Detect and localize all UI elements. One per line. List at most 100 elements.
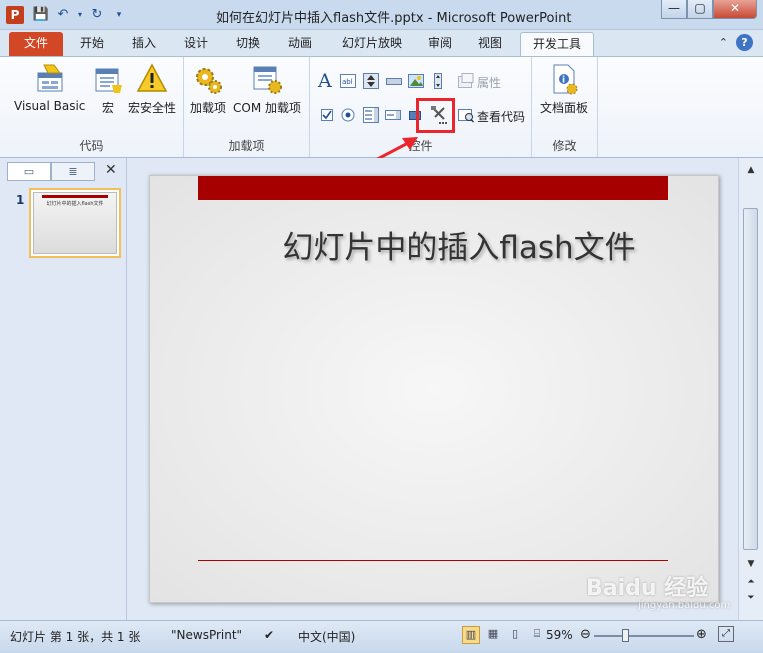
checkbox-control-icon[interactable] <box>319 107 335 123</box>
slide-title[interactable]: 幻灯片中的插入flash文件 <box>150 222 718 267</box>
close-button[interactable]: ✕ <box>713 0 757 19</box>
textbox-control-icon[interactable]: abl <box>340 73 356 89</box>
slide-sorter-view-icon[interactable]: ▦ <box>484 626 502 644</box>
svg-text:i: i <box>562 76 565 86</box>
tab-home[interactable]: 开始 <box>72 32 112 56</box>
document-panel-icon: i <box>548 63 580 95</box>
spell-check-icon[interactable]: ✔ <box>264 628 274 642</box>
group-modify: i 文档面板 修改 <box>532 57 598 157</box>
addins-label: 加载项 <box>190 101 227 115</box>
status-bar: 幻灯片 第 1 张，共 1 张 "NewsPrint" ✔ 中文(中国) ▥ ▦… <box>0 620 763 653</box>
com-addins-button[interactable]: COM 加载项 <box>233 63 301 116</box>
visual-basic-button[interactable]: Visual Basic <box>14 63 85 113</box>
window-controls: — ▢ ✕ <box>661 0 757 19</box>
baidu-watermark: Baidu 经验 jingyan.baidu.com <box>586 570 730 611</box>
view-buttons: ▥ ▦ ▯ ⌸ <box>462 626 546 644</box>
language-status[interactable]: 中文(中国) <box>298 628 355 645</box>
macro-security-button[interactable]: 宏安全性 <box>128 63 176 116</box>
tab-slides[interactable]: ▭ <box>7 162 51 181</box>
slide-editing-area: 幻灯片中的插入flash文件 <box>127 158 738 620</box>
tab-outline[interactable]: ≣ <box>51 162 95 181</box>
slide-canvas[interactable]: 幻灯片中的插入flash文件 <box>149 175 719 603</box>
tab-design[interactable]: 设计 <box>176 32 216 56</box>
tab-developer[interactable]: 开发工具 <box>520 32 594 56</box>
tab-view[interactable]: 视图 <box>470 32 510 56</box>
scroll-spin-icon[interactable] <box>430 73 446 89</box>
tab-review[interactable]: 审阅 <box>420 32 460 56</box>
next-slide-icon[interactable]: ⏷ <box>743 590 759 606</box>
slideshow-view-icon[interactable]: ⌸ <box>528 626 546 644</box>
slide-count-status: 幻灯片 第 1 张，共 1 张 <box>10 630 141 644</box>
scrollbar-control-icon[interactable] <box>386 73 402 89</box>
outline-tab-icon: ≣ <box>68 165 78 178</box>
tab-file[interactable]: 文件 <box>9 32 63 56</box>
image-control-icon[interactable] <box>408 73 424 89</box>
minimize-ribbon-icon[interactable]: ⌃ <box>719 36 728 49</box>
spin-control-icon[interactable] <box>363 73 379 89</box>
customize-qat-icon[interactable]: ▾ <box>110 6 128 24</box>
thumbnail-accent-bar <box>42 195 108 198</box>
ribbon-tabs: 文件 开始 插入 设计 切换 动画 幻灯片放映 审阅 视图 开发工具 ⌃ ? <box>0 30 763 56</box>
watermark-subtext: jingyan.baidu.com <box>638 600 731 611</box>
scroll-up-icon[interactable]: ▲ <box>743 162 759 178</box>
document-panel-button[interactable]: i 文档面板 <box>540 63 588 116</box>
vertical-scrollbar[interactable]: ▲ ▼ ⏶ ⏷ <box>738 158 763 620</box>
document-panel-label: 文档面板 <box>540 101 589 115</box>
save-icon[interactable]: 💾 <box>32 6 50 24</box>
macros-icon <box>92 63 124 95</box>
fit-to-window-icon[interactable]: ⤢ <box>718 626 734 642</box>
macros-button[interactable]: 宏 <box>92 63 124 116</box>
label-control-icon[interactable]: A <box>318 71 336 91</box>
maximize-button[interactable]: ▢ <box>687 0 713 19</box>
addins-button[interactable]: 加载项 <box>190 63 226 116</box>
visual-basic-label: Visual Basic <box>14 99 86 113</box>
view-code-icon[interactable] <box>458 107 475 123</box>
slide-accent-bar <box>198 176 668 200</box>
undo-icon[interactable]: ↶ <box>54 6 72 24</box>
redo-icon[interactable]: ↻ <box>88 6 106 24</box>
minimize-button[interactable]: — <box>661 0 687 19</box>
gear-icon <box>192 63 224 95</box>
view-code-button[interactable]: 查看代码 <box>477 108 525 125</box>
com-addins-icon <box>251 63 283 95</box>
option-button-control-icon[interactable] <box>340 107 356 123</box>
reading-view-icon[interactable]: ▯ <box>506 626 524 644</box>
window-title: 如何在幻灯片中插入flash文件.pptx - Microsoft PowerP… <box>216 11 572 26</box>
slide-thumbnail[interactable]: 幻灯片中的插入flash文件 <box>29 188 121 258</box>
tab-slideshow[interactable]: 幻灯片放映 <box>334 32 410 56</box>
slides-tab-icon: ▭ <box>23 165 35 178</box>
watermark-text: Baidu 经验 <box>586 576 709 601</box>
zoom-slider[interactable] <box>594 629 694 642</box>
tab-insert[interactable]: 插入 <box>124 32 164 56</box>
scrollbar-thumb[interactable] <box>743 208 758 550</box>
zoom-in-icon[interactable]: ⊕ <box>696 627 707 642</box>
tab-animations[interactable]: 动画 <box>280 32 320 56</box>
macro-security-label: 宏安全性 <box>128 101 177 115</box>
slide-footer-line <box>198 560 668 561</box>
properties-button[interactable]: 属性 <box>477 74 501 91</box>
group-code: Visual Basic 宏 宏安全性 代码 <box>0 57 184 157</box>
svg-text:abl: abl <box>342 78 353 86</box>
scroll-down-icon[interactable]: ▼ <box>743 556 759 572</box>
powerpoint-app-icon[interactable]: P <box>6 6 24 24</box>
zoom-slider-knob[interactable] <box>622 629 629 642</box>
group-addins: 加载项 COM 加载项 加载项 <box>184 57 310 157</box>
visual-basic-icon <box>34 63 66 95</box>
help-area: ⌃ ? <box>719 34 753 51</box>
zoom-level[interactable]: 59% <box>546 628 573 642</box>
properties-icon[interactable] <box>458 73 474 89</box>
macros-label: 宏 <box>101 101 114 115</box>
tab-transitions[interactable]: 切换 <box>228 32 268 56</box>
help-icon[interactable]: ? <box>736 34 753 51</box>
previous-slide-icon[interactable]: ⏶ <box>743 574 759 590</box>
thumbnail-title: 幻灯片中的插入flash文件 <box>46 201 104 207</box>
dropdown-arrow-icon[interactable]: ▾ <box>76 6 84 24</box>
normal-view-icon[interactable]: ▥ <box>462 626 480 644</box>
group-label-modify: 修改 <box>552 139 577 153</box>
zoom-out-icon[interactable]: ⊖ <box>580 627 591 642</box>
quick-access-toolbar: 💾 ↶ ▾ ↻ ▾ <box>32 6 128 24</box>
close-panel-icon[interactable]: ✕ <box>105 162 117 178</box>
warning-icon <box>136 63 168 95</box>
theme-status: "NewsPrint" <box>171 628 243 642</box>
slide-thumbnail-canvas: 幻灯片中的插入flash文件 <box>33 192 117 254</box>
